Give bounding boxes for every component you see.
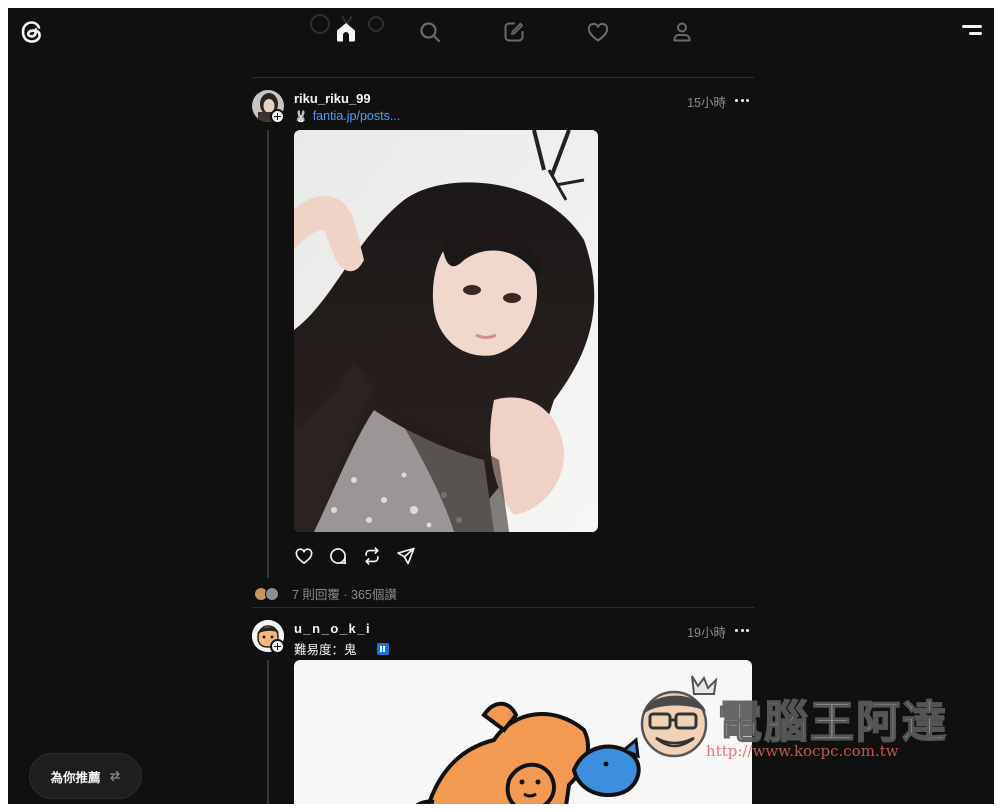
comment-icon (330, 548, 347, 565)
heart-icon (587, 22, 609, 42)
post-time: 15小時 (687, 96, 726, 110)
watermark: 電腦王阿達 http://www.kocpc.com.tw (636, 670, 952, 770)
post-divider (252, 607, 754, 608)
post-link[interactable]: 🐰 fantia.jp/posts... (294, 109, 400, 123)
post-text-content: 難易度：鬼 (294, 643, 357, 657)
nav-home[interactable] (304, 8, 388, 56)
post-actions (292, 544, 418, 568)
repost-button[interactable] (360, 544, 384, 568)
heart-icon (295, 548, 313, 564)
reply-button[interactable] (326, 544, 350, 568)
feed-switch-label: 為你推薦 (50, 770, 101, 785)
reply-avatars (252, 585, 282, 603)
rabbit-emoji: 🐰 (294, 110, 308, 123)
post-time: 19小時 (687, 626, 726, 640)
thread-line (267, 660, 269, 804)
nav-search[interactable] (388, 8, 472, 56)
nav-activity[interactable] (556, 8, 640, 56)
post-stats: 7 則回覆 · 365個讚 (252, 584, 397, 603)
like-button[interactable] (292, 544, 316, 568)
nav-profile[interactable] (640, 8, 724, 56)
repost-icon (365, 547, 379, 565)
watermark-url: http://www.kocpc.com.tw (706, 742, 899, 760)
watermark-text: 電腦王阿達 (717, 696, 948, 749)
share-button[interactable] (394, 544, 418, 568)
post-photo[interactable] (294, 130, 598, 532)
post-text: 難易度：鬼 (294, 639, 389, 658)
nav-compose[interactable] (472, 8, 556, 56)
swap-icon (109, 770, 120, 782)
feed-top-divider (252, 77, 754, 78)
follow-plus-button[interactable] (270, 639, 285, 654)
main-nav (304, 8, 724, 56)
more-options-button[interactable] (732, 93, 752, 107)
menu-icon[interactable] (960, 23, 982, 39)
post-riku: riku_riku_99 15小時 🐰 fantia.jp/posts... 7… (252, 90, 754, 610)
post-link-text: fantia.jp/posts... (312, 109, 401, 123)
app-frame: riku_riku_99 15小時 🐰 fantia.jp/posts... 7… (8, 8, 994, 804)
thread-line (267, 130, 269, 578)
feed-switch-button[interactable]: 為你推薦 (29, 753, 142, 799)
threads-logo-icon[interactable] (18, 18, 46, 46)
pause-emoji-icon (376, 642, 389, 655)
post-username[interactable]: u_n_o_k_i (294, 621, 371, 636)
post-username[interactable]: riku_riku_99 (294, 91, 371, 106)
post-stats-text[interactable]: 7 則回覆 · 365個讚 (292, 584, 397, 603)
person-icon (673, 22, 691, 42)
more-options-button[interactable] (732, 623, 752, 637)
search-icon (420, 22, 441, 43)
follow-plus-button[interactable] (270, 109, 285, 124)
home-icon (337, 23, 355, 42)
send-icon (397, 547, 415, 565)
compose-icon (504, 22, 524, 42)
